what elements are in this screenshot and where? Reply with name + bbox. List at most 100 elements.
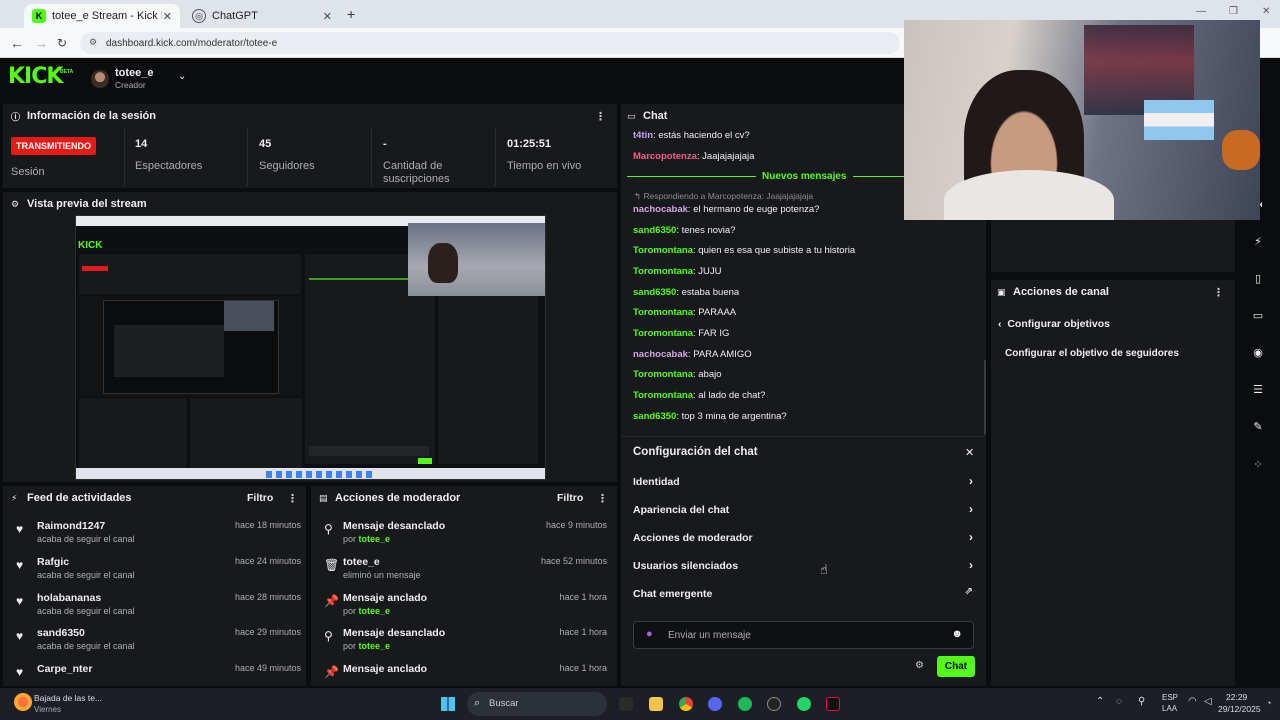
chat-username[interactable]: sand6350	[633, 411, 676, 422]
activity-time: hace 18 minutos	[234, 520, 301, 530]
taskbar-search[interactable]: ⌕ Buscar	[467, 692, 607, 716]
maximize-icon[interactable]: ❐	[1229, 6, 1238, 17]
reload-icon[interactable]: ↻	[57, 36, 67, 50]
site-info-icon[interactable]: ⚙	[89, 37, 97, 48]
settings-identity[interactable]: Identidad ›	[633, 472, 975, 492]
whatsapp-icon[interactable]	[797, 697, 811, 711]
list-icon[interactable]: ☰	[1248, 379, 1268, 399]
tray-icon[interactable]: ⚲	[1138, 696, 1145, 707]
chat-message: nachocabak: el hermano de euge potenza?	[633, 204, 820, 215]
forward-icon[interactable]: →	[34, 35, 48, 51]
tab-chatgpt[interactable]: ◎ ChatGPT ✕	[184, 4, 340, 28]
document-icon[interactable]: ▯	[1248, 268, 1268, 288]
heart-icon: ♥	[16, 629, 24, 643]
chevron-down-icon[interactable]: ⌄	[178, 71, 186, 82]
wifi-icon[interactable]: ◠	[1188, 696, 1197, 707]
new-tab-button[interactable]: +	[347, 6, 355, 22]
clock-time[interactable]: 22:29	[1226, 692, 1247, 702]
tab-kick-dashboard[interactable]: K totee_e Stream - Kick Dashbo ✕	[24, 4, 180, 28]
chat-icon[interactable]: ▭	[1248, 305, 1268, 325]
chat-username[interactable]: t4tin	[633, 130, 653, 141]
more-options-icon[interactable]: ⋮	[1213, 286, 1224, 299]
more-options-icon[interactable]: ⋮	[595, 110, 606, 123]
action-title: Mensaje desanclado	[343, 627, 446, 639]
more-options-icon[interactable]: ⋮	[597, 492, 608, 505]
close-window-icon[interactable]: ✕	[1262, 6, 1270, 17]
microphone-icon[interactable]: ●	[646, 628, 653, 640]
follower-name[interactable]: Carpe_nter	[37, 663, 92, 675]
preview-taskbar-icons	[266, 471, 376, 478]
kick-logo[interactable]: KICK	[8, 64, 63, 89]
configure-goals-back[interactable]: ‹ Configurar objetivos	[998, 318, 1110, 330]
preview-chat-line	[309, 278, 419, 280]
settings-mod-actions[interactable]: Acciones de moderador ›	[633, 528, 975, 548]
chat-scrollbar[interactable]	[984, 360, 986, 435]
apps-icon[interactable]: ⁘	[1248, 454, 1268, 474]
chat-username[interactable]: nachocabak	[633, 349, 688, 360]
wrench-icon[interactable]: ✎	[1248, 416, 1268, 436]
minimize-icon[interactable]: —	[1196, 6, 1206, 17]
windows-start-icon[interactable]	[441, 697, 455, 711]
chat-username[interactable]: nachocabak	[633, 204, 688, 215]
weather-title[interactable]: Bajada de las te...	[34, 693, 102, 703]
action-user[interactable]: totee_e	[359, 641, 391, 651]
follower-name[interactable]: sand6350	[37, 627, 85, 639]
heart-icon: ♥	[16, 665, 24, 679]
tiktok-icon[interactable]	[826, 697, 840, 711]
language-primary[interactable]: ESP	[1162, 693, 1178, 702]
follower-name[interactable]: Raimond1247	[37, 520, 105, 532]
chrome-icon[interactable]	[679, 697, 693, 711]
chat-message: Toromontana: PARAAA	[633, 307, 737, 318]
stat-label: Cantidad de suscripciones	[383, 160, 450, 185]
heart-icon: ♥	[16, 594, 24, 608]
more-options-icon[interactable]: ⋮	[287, 492, 298, 505]
file-explorer-icon[interactable]	[649, 697, 663, 711]
close-tab-icon[interactable]: ✕	[323, 10, 332, 23]
app-icon[interactable]	[767, 697, 781, 711]
tray-icon[interactable]: ◌	[1116, 696, 1122, 707]
chat-username[interactable]: sand6350	[633, 225, 676, 236]
action-user[interactable]: totee_e	[359, 534, 391, 544]
chat-username[interactable]: Toromontana	[633, 328, 693, 339]
close-tab-icon[interactable]: ✕	[163, 10, 172, 23]
action-user[interactable]: totee_e	[359, 606, 391, 616]
chat-username[interactable]: Toromontana	[633, 369, 693, 380]
pin-icon: 📌	[324, 665, 339, 679]
task-view-icon[interactable]	[619, 697, 633, 711]
broadcast-icon[interactable]: ◉	[1248, 342, 1268, 362]
filter-button[interactable]: Filtro	[247, 492, 273, 504]
preview-nested-cam	[224, 301, 274, 331]
follower-name[interactable]: holabananas	[37, 592, 101, 604]
chat-input[interactable]: ● Enviar un mensaje ☻	[633, 621, 974, 649]
follower-name[interactable]: Rafgic	[37, 556, 69, 568]
gear-icon[interactable]: ⚙	[915, 660, 924, 671]
chat-username[interactable]: Marcopotenza	[633, 151, 697, 162]
url-field[interactable]: ⚙ dashboard.kick.com/moderator/totee-e	[80, 32, 900, 54]
chat-username[interactable]: Toromontana	[633, 266, 693, 277]
notification-icon[interactable]: ◔	[1266, 698, 1271, 708]
filter-button[interactable]: Filtro	[557, 492, 583, 504]
stat-value: 01:25:51	[507, 138, 552, 150]
chat-username[interactable]: Toromontana	[633, 390, 693, 401]
bolt-icon[interactable]: ⚡	[1248, 231, 1268, 251]
back-icon[interactable]: ←	[10, 35, 24, 51]
spotify-icon[interactable]	[738, 697, 752, 711]
action-time: hace 9 minutos	[545, 520, 607, 530]
chevron-right-icon: ›	[969, 558, 973, 572]
follower-goal-option[interactable]: Configurar el objetivo de seguidores	[1005, 348, 1179, 359]
discord-icon[interactable]	[708, 697, 722, 711]
settings-popout-chat[interactable]: Chat emergente ⇗	[633, 584, 975, 604]
chevron-up-icon[interactable]: ⌃	[1096, 696, 1104, 707]
settings-muted-users[interactable]: Usuarios silenciados ›	[633, 556, 975, 576]
chat-username[interactable]: Toromontana	[633, 245, 693, 256]
chat-username[interactable]: sand6350	[633, 287, 676, 298]
volume-icon[interactable]: ◁	[1204, 696, 1212, 707]
close-icon[interactable]: ✕	[965, 446, 974, 459]
emoji-icon[interactable]: ☻	[951, 628, 963, 640]
avatar[interactable]	[91, 70, 109, 88]
settings-appearance[interactable]: Apariencia del chat ›	[633, 500, 975, 520]
stream-preview-video[interactable]: KICK	[75, 215, 546, 480]
chat-username[interactable]: Toromontana	[633, 307, 693, 318]
send-chat-button[interactable]: Chat	[937, 656, 975, 677]
action-title[interactable]: totee_e	[343, 556, 380, 568]
